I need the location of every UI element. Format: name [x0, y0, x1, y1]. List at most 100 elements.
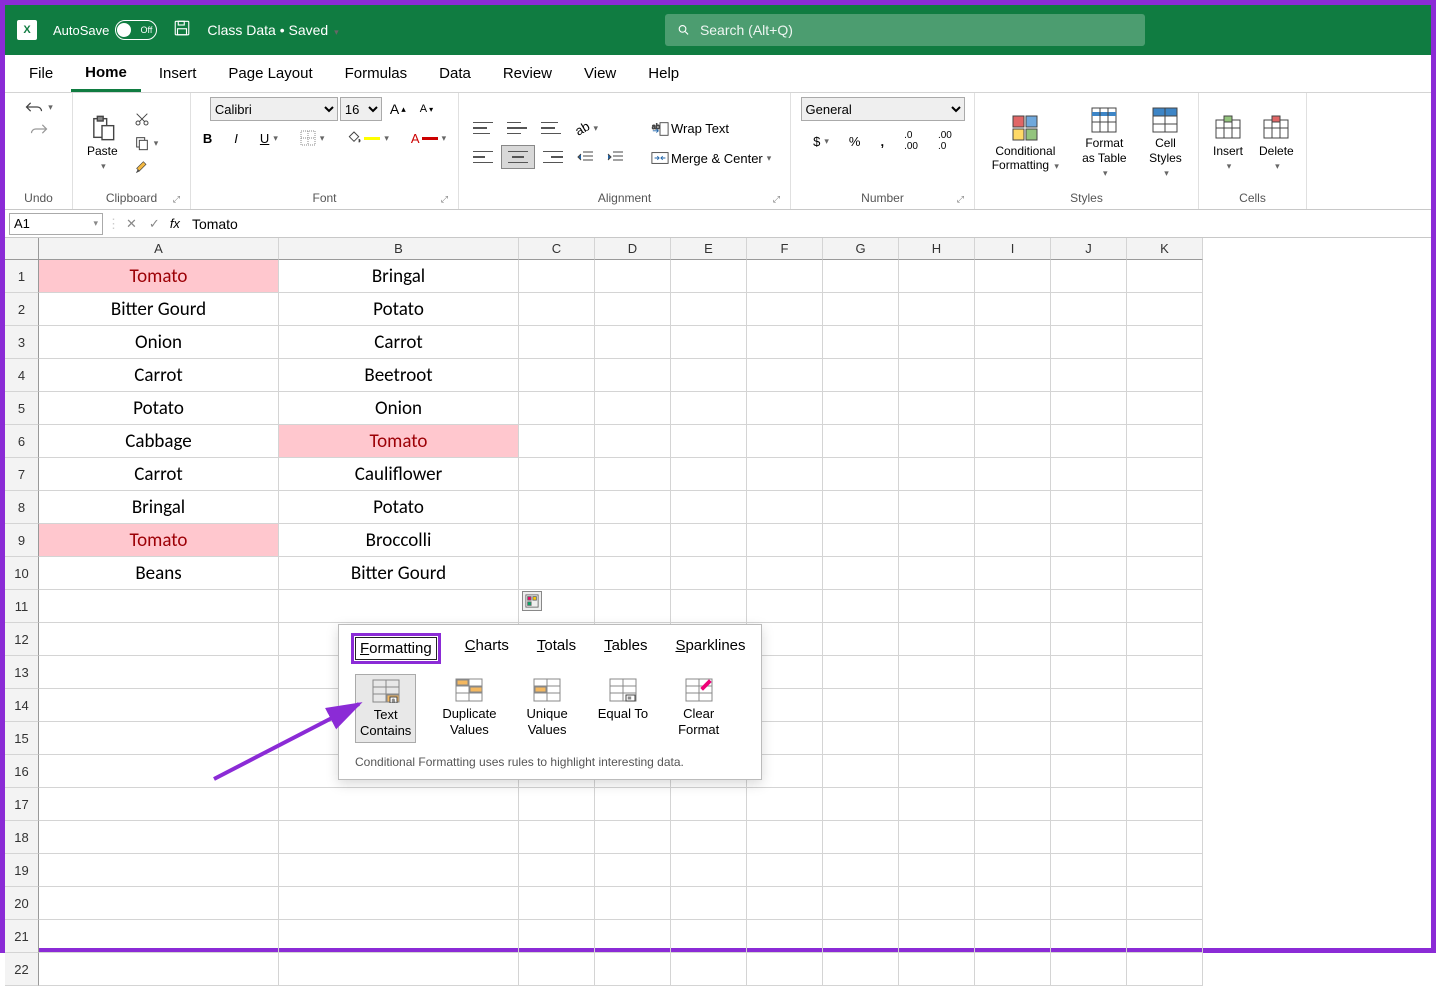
tab-data[interactable]: Data	[425, 57, 485, 90]
cell-E19[interactable]	[671, 854, 747, 887]
tab-formulas[interactable]: Formulas	[331, 57, 422, 90]
format-painter-button[interactable]	[128, 156, 165, 178]
column-header-B[interactable]: B	[279, 238, 519, 260]
cell-I16[interactable]	[975, 755, 1051, 788]
cell-D4[interactable]	[595, 359, 671, 392]
row-header-9[interactable]: 9	[5, 524, 39, 557]
row-header-13[interactable]: 13	[5, 656, 39, 689]
row-header-5[interactable]: 5	[5, 392, 39, 425]
cell-D22[interactable]	[595, 953, 671, 986]
popup-option-text[interactable]: aTextContains	[355, 674, 416, 743]
cell-B19[interactable]	[279, 854, 519, 887]
row-header-6[interactable]: 6	[5, 425, 39, 458]
cell-C5[interactable]	[519, 392, 595, 425]
cell-B8[interactable]: Potato	[279, 491, 519, 524]
align-center-button[interactable]	[501, 145, 535, 169]
cell-D19[interactable]	[595, 854, 671, 887]
cell-A20[interactable]	[39, 887, 279, 920]
number-launcher-icon[interactable]: ⤢	[957, 194, 964, 205]
cell-I5[interactable]	[975, 392, 1051, 425]
cell-E1[interactable]	[671, 260, 747, 293]
alignment-launcher-icon[interactable]: ⤢	[773, 194, 780, 205]
column-header-H[interactable]: H	[899, 238, 975, 260]
cell-I18[interactable]	[975, 821, 1051, 854]
cell-G15[interactable]	[823, 722, 899, 755]
cell-D8[interactable]	[595, 491, 671, 524]
cell-H9[interactable]	[899, 524, 975, 557]
cell-I3[interactable]	[975, 326, 1051, 359]
cell-A3[interactable]: Onion	[39, 326, 279, 359]
cell-E3[interactable]	[671, 326, 747, 359]
cell-E22[interactable]	[671, 953, 747, 986]
cell-G3[interactable]	[823, 326, 899, 359]
cell-G17[interactable]	[823, 788, 899, 821]
cell-C3[interactable]	[519, 326, 595, 359]
cell-H10[interactable]	[899, 557, 975, 590]
cell-H20[interactable]	[899, 887, 975, 920]
cell-A17[interactable]	[39, 788, 279, 821]
cell-C6[interactable]	[519, 425, 595, 458]
cell-J3[interactable]	[1051, 326, 1127, 359]
cell-F8[interactable]	[747, 491, 823, 524]
cell-D9[interactable]	[595, 524, 671, 557]
cell-B3[interactable]: Carrot	[279, 326, 519, 359]
cell-J18[interactable]	[1051, 821, 1127, 854]
cell-H15[interactable]	[899, 722, 975, 755]
cell-J11[interactable]	[1051, 590, 1127, 623]
cell-G16[interactable]	[823, 755, 899, 788]
cut-button[interactable]	[128, 108, 165, 130]
cell-D21[interactable]	[595, 920, 671, 953]
cell-H12[interactable]	[899, 623, 975, 656]
cell-G22[interactable]	[823, 953, 899, 986]
cell-K16[interactable]	[1127, 755, 1203, 788]
cell-E7[interactable]	[671, 458, 747, 491]
cell-D5[interactable]	[595, 392, 671, 425]
cell-K5[interactable]	[1127, 392, 1203, 425]
cell-E10[interactable]	[671, 557, 747, 590]
cell-J17[interactable]	[1051, 788, 1127, 821]
cell-F6[interactable]	[747, 425, 823, 458]
cell-C18[interactable]	[519, 821, 595, 854]
orientation-button[interactable]: ab	[569, 118, 604, 139]
cell-F22[interactable]	[747, 953, 823, 986]
cell-B5[interactable]: Onion	[279, 392, 519, 425]
cell-F1[interactable]	[747, 260, 823, 293]
cell-E5[interactable]	[671, 392, 747, 425]
cell-F2[interactable]	[747, 293, 823, 326]
cell-I9[interactable]	[975, 524, 1051, 557]
column-header-F[interactable]: F	[747, 238, 823, 260]
align-left-button[interactable]	[467, 146, 499, 168]
tab-home[interactable]: Home	[71, 56, 141, 92]
column-header-K[interactable]: K	[1127, 238, 1203, 260]
bold-button[interactable]: B	[197, 128, 218, 149]
borders-button[interactable]	[294, 127, 331, 149]
cell-H11[interactable]	[899, 590, 975, 623]
cell-H21[interactable]	[899, 920, 975, 953]
cell-B21[interactable]	[279, 920, 519, 953]
cell-I17[interactable]	[975, 788, 1051, 821]
cell-E6[interactable]	[671, 425, 747, 458]
column-header-G[interactable]: G	[823, 238, 899, 260]
cell-A11[interactable]	[39, 590, 279, 623]
cell-J13[interactable]	[1051, 656, 1127, 689]
cell-C17[interactable]	[519, 788, 595, 821]
cell-I10[interactable]	[975, 557, 1051, 590]
cell-K18[interactable]	[1127, 821, 1203, 854]
cell-K22[interactable]	[1127, 953, 1203, 986]
cell-B11[interactable]	[279, 590, 519, 623]
cell-C9[interactable]	[519, 524, 595, 557]
shrink-font-button[interactable]: A▾	[414, 100, 439, 118]
tab-page-layout[interactable]: Page Layout	[214, 57, 326, 90]
cell-G2[interactable]	[823, 293, 899, 326]
cell-A21[interactable]	[39, 920, 279, 953]
cell-A15[interactable]	[39, 722, 279, 755]
cell-G5[interactable]	[823, 392, 899, 425]
cell-B4[interactable]: Beetroot	[279, 359, 519, 392]
cell-A19[interactable]	[39, 854, 279, 887]
cell-D17[interactable]	[595, 788, 671, 821]
cell-D10[interactable]	[595, 557, 671, 590]
tab-view[interactable]: View	[570, 57, 630, 90]
merge-center-button[interactable]: Merge & Center	[645, 148, 777, 169]
cell-C4[interactable]	[519, 359, 595, 392]
cell-E17[interactable]	[671, 788, 747, 821]
